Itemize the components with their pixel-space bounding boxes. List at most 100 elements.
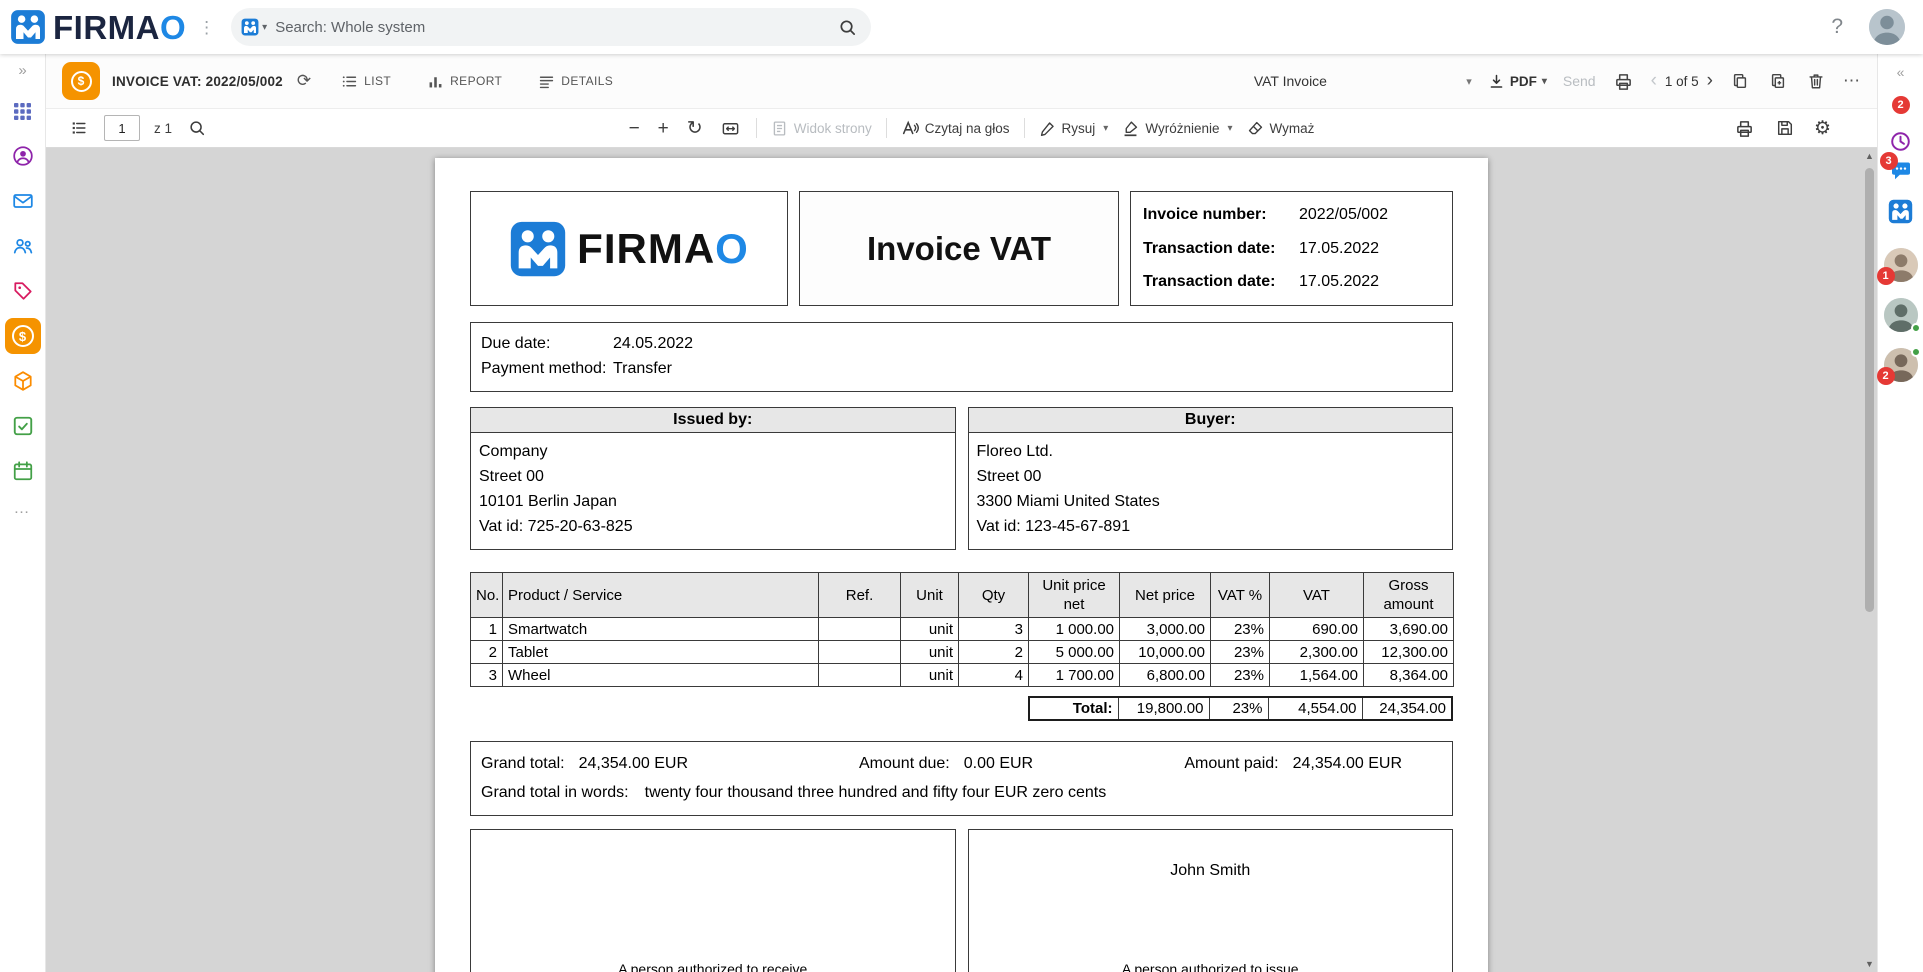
- help-icon[interactable]: ?: [1831, 15, 1843, 39]
- issuer-vat-id: Vat id: 725-20-63-825: [479, 514, 947, 539]
- duplicate-button[interactable]: [1729, 70, 1751, 92]
- settings-gear-icon[interactable]: ⚙: [1814, 117, 1831, 140]
- more-actions-icon[interactable]: ⋯: [1843, 71, 1861, 91]
- erase-button[interactable]: Wymaż: [1247, 120, 1315, 137]
- erase-label: Wymaż: [1270, 121, 1315, 136]
- details-icon: [538, 73, 555, 90]
- invoice-summary-box: Grand total:24,354.00 EUR Amount due:0.0…: [470, 741, 1453, 816]
- topbar-menu-dots-icon[interactable]: ⋮: [198, 19, 215, 36]
- search-scope-firmao-icon: [241, 18, 259, 36]
- read-aloud-label: Czytaj na głos: [925, 121, 1010, 136]
- send-button: Send: [1563, 73, 1596, 89]
- scrollbar-thumb[interactable]: [1865, 168, 1874, 612]
- page-scrollbar[interactable]: ▲ ▼: [1862, 148, 1877, 972]
- person-circle-icon: [12, 145, 34, 167]
- doc-type-value: VAT Invoice: [1254, 73, 1327, 89]
- pdf-save-button[interactable]: [1774, 117, 1796, 139]
- tag-icon: [12, 280, 34, 302]
- delete-button[interactable]: [1805, 70, 1827, 92]
- sidebar-item-invoices[interactable]: $: [5, 318, 41, 354]
- avatar-image: [1869, 9, 1905, 45]
- clock-icon: [1889, 130, 1912, 153]
- highlight-button[interactable]: Wyróżnienie ▾: [1122, 120, 1232, 137]
- scroll-up-icon[interactable]: ▲: [1865, 148, 1874, 164]
- coworker-avatar-3[interactable]: 2: [1884, 348, 1918, 382]
- pdf-print-button[interactable]: [1733, 117, 1756, 140]
- sidebar-item-apps[interactable]: [5, 93, 41, 129]
- prev-record-icon: ‹: [1651, 70, 1657, 92]
- amount-paid-value: 24,354.00 EUR: [1293, 751, 1402, 777]
- draw-button[interactable]: Rysuj ▾: [1039, 120, 1109, 137]
- fit-width-icon: [721, 119, 740, 138]
- buyer-street: Street 00: [977, 464, 1445, 489]
- search-input[interactable]: [275, 19, 830, 36]
- find-in-document-button[interactable]: [186, 117, 208, 139]
- recent-history-button[interactable]: [1889, 130, 1912, 153]
- sidebar-item-mail[interactable]: [5, 183, 41, 219]
- tab-details[interactable]: DETAILS: [538, 73, 613, 90]
- invoice-number-label: Invoice number:: [1143, 204, 1299, 226]
- rotate-button[interactable]: ↻: [685, 117, 705, 140]
- due-date-label: Due date:: [481, 331, 613, 356]
- buyer-vat-id: Vat id: 123-45-67-891: [977, 514, 1445, 539]
- search-icon[interactable]: [838, 18, 857, 37]
- print-button[interactable]: [1612, 70, 1635, 93]
- sidebar-collapse-icon[interactable]: «: [1897, 64, 1905, 80]
- fit-width-button[interactable]: [719, 117, 742, 140]
- zoom-in-button[interactable]: +: [656, 117, 671, 140]
- global-search[interactable]: ▾: [231, 8, 871, 46]
- page-number-input[interactable]: [104, 115, 140, 141]
- buyer-name: Floreo Ltd.: [977, 439, 1445, 464]
- sidebar-item-customers[interactable]: [5, 228, 41, 264]
- sidebar-item-contacts[interactable]: [5, 138, 41, 174]
- zoom-out-button[interactable]: −: [627, 117, 642, 140]
- thumbnails-button[interactable]: [68, 117, 90, 139]
- coworker-avatar-2[interactable]: [1884, 298, 1918, 332]
- next-record-icon[interactable]: ›: [1707, 70, 1713, 92]
- refresh-icon[interactable]: ⟳: [297, 71, 311, 91]
- invoice-module-icon: $: [62, 62, 100, 100]
- sidebar-item-warehouse[interactable]: [5, 363, 41, 399]
- notifications-badge[interactable]: 2: [1892, 96, 1910, 114]
- sidebar-more-icon[interactable]: …: [14, 500, 32, 518]
- firmao-logo[interactable]: FIRMAO: [10, 9, 186, 45]
- pen-icon: [1039, 120, 1056, 137]
- duplicate-icon: [1731, 72, 1749, 90]
- tab-list[interactable]: LIST: [341, 73, 391, 90]
- transaction-date-label: Transaction date:: [1143, 271, 1299, 293]
- tab-report[interactable]: REPORT: [427, 73, 502, 90]
- chat-unread-count: 3: [1880, 152, 1898, 170]
- sidebar-expand-icon[interactable]: »: [18, 62, 26, 79]
- coworker-avatar-1[interactable]: 1: [1884, 248, 1918, 282]
- sidebar-item-offers[interactable]: [5, 273, 41, 309]
- read-aloud-button[interactable]: Czytaj na głos: [901, 119, 1010, 137]
- user-avatar[interactable]: [1869, 9, 1905, 45]
- search-icon: [188, 119, 206, 137]
- tab-details-label: DETAILS: [561, 74, 613, 88]
- page-count-label: z 1: [154, 121, 172, 136]
- draw-label: Rysuj: [1062, 121, 1096, 136]
- issuer-signature-name: John Smith: [1170, 862, 1250, 880]
- sidebar-item-calendar[interactable]: [5, 453, 41, 489]
- tab-report-label: REPORT: [450, 74, 502, 88]
- dollar-icon: $: [12, 325, 34, 347]
- firmao-panel-button[interactable]: [1888, 199, 1913, 224]
- copy-button[interactable]: [1767, 70, 1789, 92]
- check-square-icon: [12, 415, 34, 437]
- apps-grid-icon: [12, 101, 33, 122]
- chat-button[interactable]: 3: [1889, 159, 1913, 183]
- table-row: 1Smartwatch unit 31 000.00 3,000.0023% 6…: [471, 618, 1454, 641]
- search-scope-selector[interactable]: ▾: [241, 18, 267, 36]
- sidebar-item-tasks[interactable]: [5, 408, 41, 444]
- scroll-down-icon[interactable]: ▼: [1865, 956, 1874, 972]
- doc-type-select[interactable]: VAT Invoice ▾: [1254, 73, 1472, 89]
- scrollbar-track[interactable]: [1862, 164, 1877, 956]
- payment-method-value: Transfer: [613, 356, 672, 381]
- grand-total-words-label: Grand total in words:: [481, 780, 629, 806]
- notification-count: 2: [1892, 96, 1910, 114]
- printer-icon: [1614, 72, 1633, 91]
- total-label: Total:: [1029, 697, 1118, 720]
- pdf-download-button[interactable]: PDF ▾: [1488, 73, 1547, 90]
- chevron-down-icon: ▾: [262, 22, 267, 33]
- buyer-city: 3300 Miami United States: [977, 489, 1445, 514]
